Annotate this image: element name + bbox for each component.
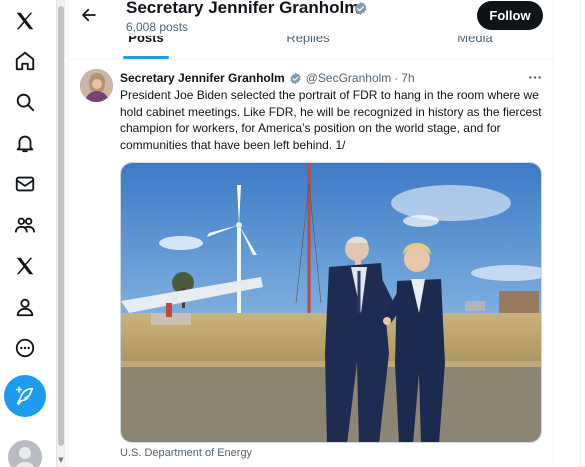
- page-title: Secretary Jennifer Granholm: [126, 0, 360, 17]
- more-circle-icon[interactable]: [6, 329, 44, 367]
- page-scrollbar-thumb[interactable]: [58, 6, 64, 446]
- verified-badge-icon: [290, 72, 301, 84]
- left-nav: [0, 0, 52, 467]
- scroll-down-arrow-icon[interactable]: ▼: [57, 455, 65, 465]
- communities-icon[interactable]: [6, 206, 44, 244]
- tweet-timestamp[interactable]: 7h: [401, 71, 414, 85]
- mail-icon[interactable]: [6, 165, 44, 203]
- x-logo-icon[interactable]: [6, 2, 44, 40]
- separator-dot: ·: [394, 71, 399, 85]
- bell-icon[interactable]: [6, 124, 44, 162]
- tweet-text: President Joe Biden selected the portrai…: [120, 88, 542, 152]
- tweet-author-handle[interactable]: @SecGranholm: [306, 71, 392, 85]
- tweet-author-name[interactable]: Secretary Jennifer Granholm: [120, 71, 285, 85]
- follow-button[interactable]: Follow: [477, 1, 543, 30]
- profile-header: Secretary Jennifer Granholm 6,008 posts …: [68, 0, 553, 36]
- divider: [580, 0, 581, 467]
- tweet-photo[interactable]: [120, 162, 542, 443]
- photo-credit: U.S. Department of Energy: [120, 447, 253, 459]
- profile-icon[interactable]: [6, 288, 44, 326]
- feather-plus-icon: [15, 386, 34, 406]
- search-icon[interactable]: [6, 83, 44, 121]
- x-premium-icon[interactable]: [6, 247, 44, 285]
- active-tab-indicator: [123, 56, 169, 59]
- profile-timeline: Posts Replies Media Secretary Jennifer G…: [67, 0, 554, 467]
- back-arrow-icon[interactable]: [78, 4, 100, 26]
- tweet-header: Secretary Jennifer Granholm @SecGranholm…: [120, 70, 415, 86]
- tweet-author-avatar[interactable]: [80, 69, 113, 102]
- home-icon[interactable]: [6, 42, 44, 80]
- compose-post-button[interactable]: [4, 375, 46, 417]
- more-options-icon[interactable]: [526, 69, 544, 85]
- account-avatar[interactable]: [8, 440, 42, 467]
- verified-badge-icon: [354, 1, 367, 16]
- post-count: 6,008 posts: [126, 20, 189, 34]
